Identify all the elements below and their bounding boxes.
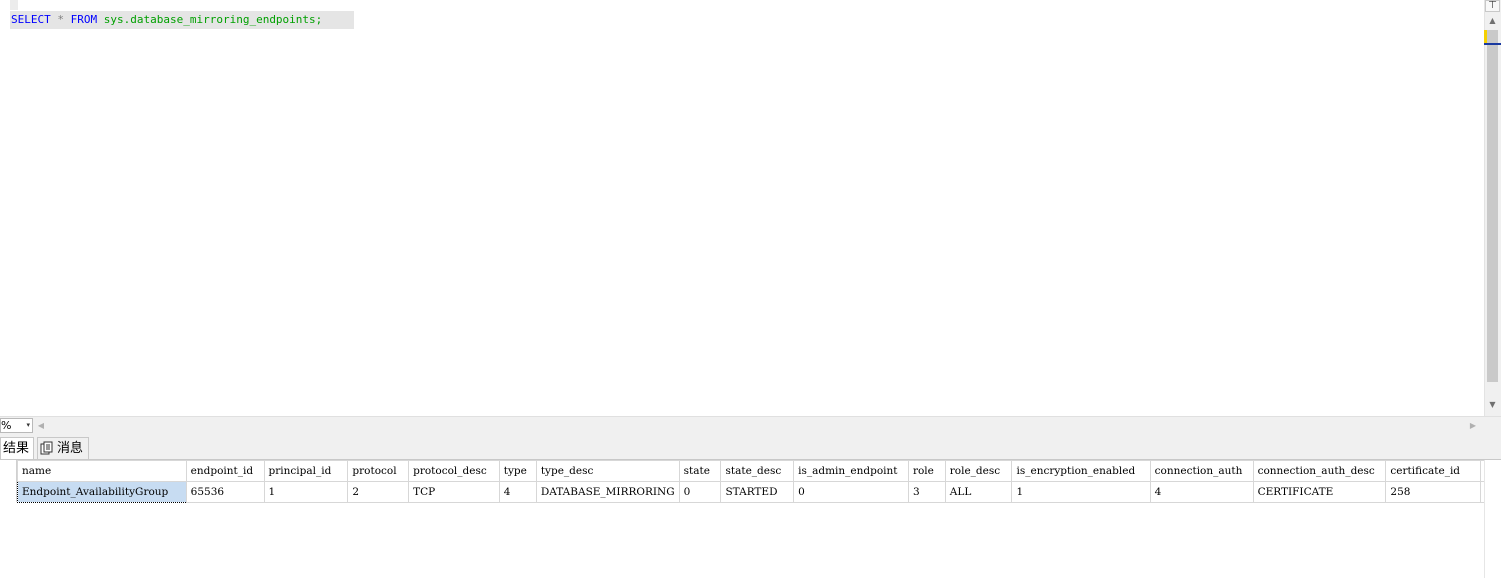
scroll-left-icon[interactable]: ◀ [36, 418, 46, 433]
sql-operator-star: * [57, 13, 64, 26]
editor-margin-marker [10, 0, 18, 10]
caret-position-marker [1484, 43, 1501, 45]
results-tab-bar: 结果 消息 [0, 433, 1501, 459]
table-cell[interactable]: 4 [1149, 481, 1254, 503]
table-cell[interactable]: TCP [408, 481, 500, 503]
sql-keyword-from: FROM [70, 13, 98, 26]
row-number-column [0, 460, 17, 502]
messages-icon [40, 441, 53, 454]
change-marker [1484, 30, 1487, 44]
column-header[interactable]: endpoint_id [185, 460, 265, 482]
table-cell[interactable]: 3 [907, 481, 946, 503]
results-table[interactable]: name endpoint_id principal_id protocol proto… [17, 460, 1501, 503]
table-cell[interactable]: CERTIFICATE [1252, 481, 1387, 503]
table-cell[interactable]: 0 [678, 481, 722, 503]
column-header[interactable]: protocol_desc [408, 460, 500, 482]
grid-vertical-scrollbar[interactable] [1484, 460, 1501, 578]
sql-object-name: sys.database_mirroring_endpoints; [103, 13, 323, 26]
sql-statement-line[interactable]: SELECT * FROM sys.database_mirroring_end… [10, 11, 354, 29]
column-header[interactable]: role_desc [944, 460, 1013, 482]
editor-scroll-thumb[interactable] [1487, 30, 1498, 382]
results-grid[interactable]: name endpoint_id principal_id protocol proto… [0, 459, 1501, 578]
scroll-right-icon[interactable]: ▶ [1468, 418, 1478, 433]
sql-keyword-select: SELECT [11, 13, 51, 26]
column-header[interactable]: state_desc [720, 460, 795, 482]
zoom-value: % [1, 419, 12, 432]
tab-results[interactable]: 结果 [0, 437, 34, 459]
table-cell[interactable]: DATABASE_MIRRORING [535, 481, 680, 503]
tab-messages[interactable]: 消息 [37, 437, 89, 459]
table-cell[interactable]: Endpoint_AvailabilityGroup [17, 481, 187, 503]
table-cell[interactable]: 0 [793, 481, 909, 503]
table-row[interactable]: Endpoint_AvailabilityGroup 65536 1 2 TCP 4 DAT… [17, 481, 1501, 503]
column-header[interactable]: role [907, 460, 946, 482]
column-header[interactable]: connection_auth [1149, 460, 1254, 482]
scroll-down-icon[interactable]: ▼ [1485, 398, 1500, 412]
editor-status-bar: % ▾ ◀ ▶ [0, 416, 1501, 433]
table-cell[interactable]: 1 [1011, 481, 1151, 503]
tab-messages-label: 消息 [57, 441, 84, 456]
query-editor[interactable]: SELECT * FROM sys.database_mirroring_end… [0, 0, 1484, 416]
column-header[interactable]: connection_auth_desc [1252, 460, 1387, 482]
column-header[interactable]: principal_id [263, 460, 349, 482]
split-window-button[interactable]: ⊤ [1485, 0, 1500, 12]
column-header[interactable]: certificate_id [1385, 460, 1481, 482]
tab-results-label: 结果 [3, 441, 30, 456]
scroll-up-icon[interactable]: ▲ [1485, 14, 1500, 28]
column-header[interactable]: state [678, 460, 722, 482]
zoom-dropdown[interactable]: % ▾ [0, 418, 33, 433]
column-header[interactable]: is_encryption_enabled [1011, 460, 1151, 482]
column-header[interactable]: protocol [347, 460, 410, 482]
table-cell[interactable]: 1 [263, 481, 349, 503]
table-cell[interactable]: 4 [498, 481, 537, 503]
table-cell[interactable]: 65536 [185, 481, 265, 503]
table-cell[interactable]: 258 [1385, 481, 1481, 503]
column-header[interactable]: type_desc [535, 460, 680, 482]
column-header[interactable]: name [17, 460, 187, 482]
table-header-row: name endpoint_id principal_id protocol proto… [17, 460, 1501, 482]
table-cell[interactable]: 2 [347, 481, 410, 503]
column-header[interactable]: is_admin_endpoint [793, 460, 909, 482]
table-cell[interactable]: ALL [944, 481, 1013, 503]
table-cell[interactable]: STARTED [720, 481, 795, 503]
column-header[interactable]: type [498, 460, 537, 482]
chevron-down-icon: ▾ [26, 421, 30, 429]
